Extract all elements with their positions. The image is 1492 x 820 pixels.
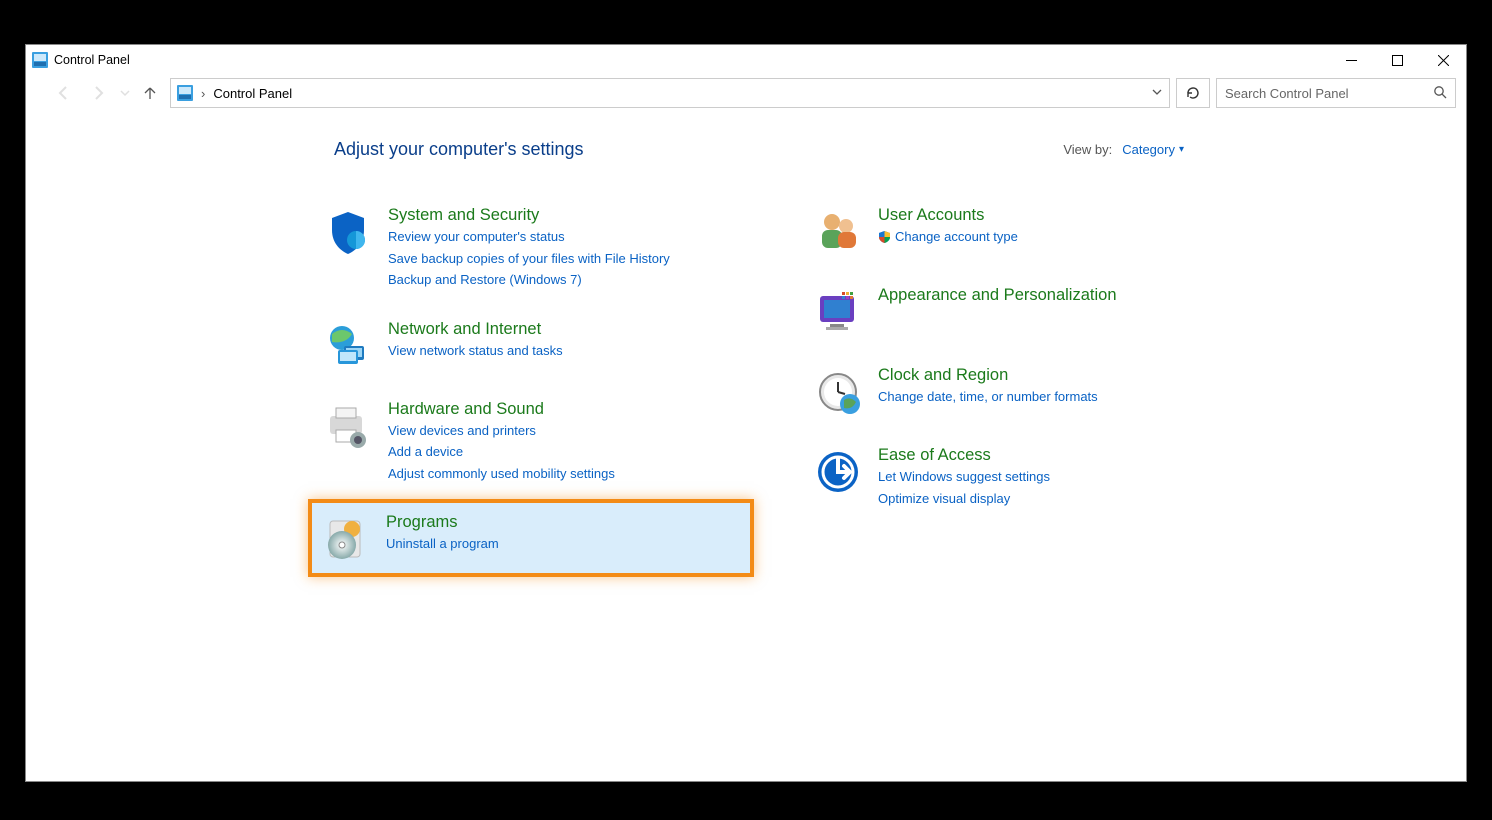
- address-dropdown[interactable]: [1151, 86, 1163, 101]
- category-link[interactable]: Add a device: [388, 442, 615, 462]
- minimize-button[interactable]: [1328, 45, 1374, 75]
- control-panel-icon: [32, 52, 48, 68]
- category-link[interactable]: Uninstall a program: [386, 534, 499, 554]
- chevron-right-icon: ›: [201, 86, 205, 101]
- content-area: Adjust your computer's settings View by:…: [26, 111, 1466, 781]
- search-placeholder: Search Control Panel: [1225, 86, 1349, 101]
- category-title[interactable]: System and Security: [388, 206, 670, 225]
- category-system-security: System and Security Review your computer…: [316, 200, 746, 296]
- control-panel-window: Control Panel › Control P: [25, 44, 1467, 782]
- category-ease-of-access: Ease of Access Let Windows suggest setti…: [806, 440, 1236, 514]
- back-button[interactable]: [50, 79, 78, 107]
- appearance-icon: [814, 288, 862, 336]
- shield-icon: [324, 208, 372, 256]
- category-title[interactable]: Appearance and Personalization: [878, 286, 1117, 305]
- category-link[interactable]: View network status and tasks: [388, 341, 563, 361]
- user-accounts-icon: [814, 208, 862, 256]
- toolbar: › Control Panel Search Control Panel: [26, 75, 1466, 111]
- category-title[interactable]: Hardware and Sound: [388, 400, 615, 419]
- control-panel-icon: [177, 85, 193, 101]
- ease-of-access-icon: [814, 448, 862, 496]
- refresh-button[interactable]: [1176, 78, 1210, 108]
- category-link[interactable]: Change date, time, or number formats: [878, 387, 1098, 407]
- up-button[interactable]: [138, 79, 162, 107]
- breadcrumb[interactable]: Control Panel: [213, 86, 292, 101]
- chevron-down-icon: ▾: [1179, 144, 1184, 155]
- category-title[interactable]: Network and Internet: [388, 320, 563, 339]
- category-title[interactable]: Programs: [386, 513, 499, 532]
- category-link[interactable]: View devices and printers: [388, 421, 615, 441]
- page-heading: Adjust your computer's settings: [334, 139, 584, 160]
- globe-network-icon: [324, 322, 372, 370]
- category-link[interactable]: Backup and Restore (Windows 7): [388, 270, 670, 290]
- category-appearance: Appearance and Personalization: [806, 280, 1236, 342]
- recent-dropdown[interactable]: [118, 79, 132, 107]
- category-title[interactable]: Ease of Access: [878, 446, 1050, 465]
- category-user-accounts: User Accounts Change account type: [806, 200, 1236, 262]
- titlebar: Control Panel: [26, 45, 1466, 75]
- category-hardware: Hardware and Sound View devices and prin…: [316, 394, 746, 490]
- forward-button[interactable]: [84, 79, 112, 107]
- maximize-button[interactable]: [1374, 45, 1420, 75]
- category-link[interactable]: Adjust commonly used mobility settings: [388, 464, 615, 484]
- category-programs: Programs Uninstall a program: [312, 503, 750, 573]
- search-input[interactable]: Search Control Panel: [1216, 78, 1456, 108]
- window-title: Control Panel: [54, 53, 130, 67]
- programs-disc-icon: [322, 515, 370, 563]
- address-bar[interactable]: › Control Panel: [170, 78, 1170, 108]
- viewby-dropdown[interactable]: Category ▾: [1122, 142, 1184, 157]
- category-link[interactable]: Let Windows suggest settings: [878, 467, 1050, 487]
- category-link[interactable]: Save backup copies of your files with Fi…: [388, 249, 670, 269]
- close-button[interactable]: [1420, 45, 1466, 75]
- category-link[interactable]: Optimize visual display: [878, 489, 1050, 509]
- viewby-value: Category: [1122, 142, 1175, 157]
- clock-globe-icon: [814, 368, 862, 416]
- category-link[interactable]: Change account type: [878, 227, 1018, 249]
- printer-icon: [324, 402, 372, 450]
- uac-shield-icon: [878, 229, 891, 249]
- viewby-label: View by:: [1063, 142, 1112, 157]
- category-clock: Clock and Region Change date, time, or n…: [806, 360, 1236, 422]
- category-link[interactable]: Review your computer's status: [388, 227, 670, 247]
- category-title[interactable]: Clock and Region: [878, 366, 1098, 385]
- category-network: Network and Internet View network status…: [316, 314, 746, 376]
- category-title[interactable]: User Accounts: [878, 206, 1018, 225]
- search-icon: [1433, 85, 1447, 102]
